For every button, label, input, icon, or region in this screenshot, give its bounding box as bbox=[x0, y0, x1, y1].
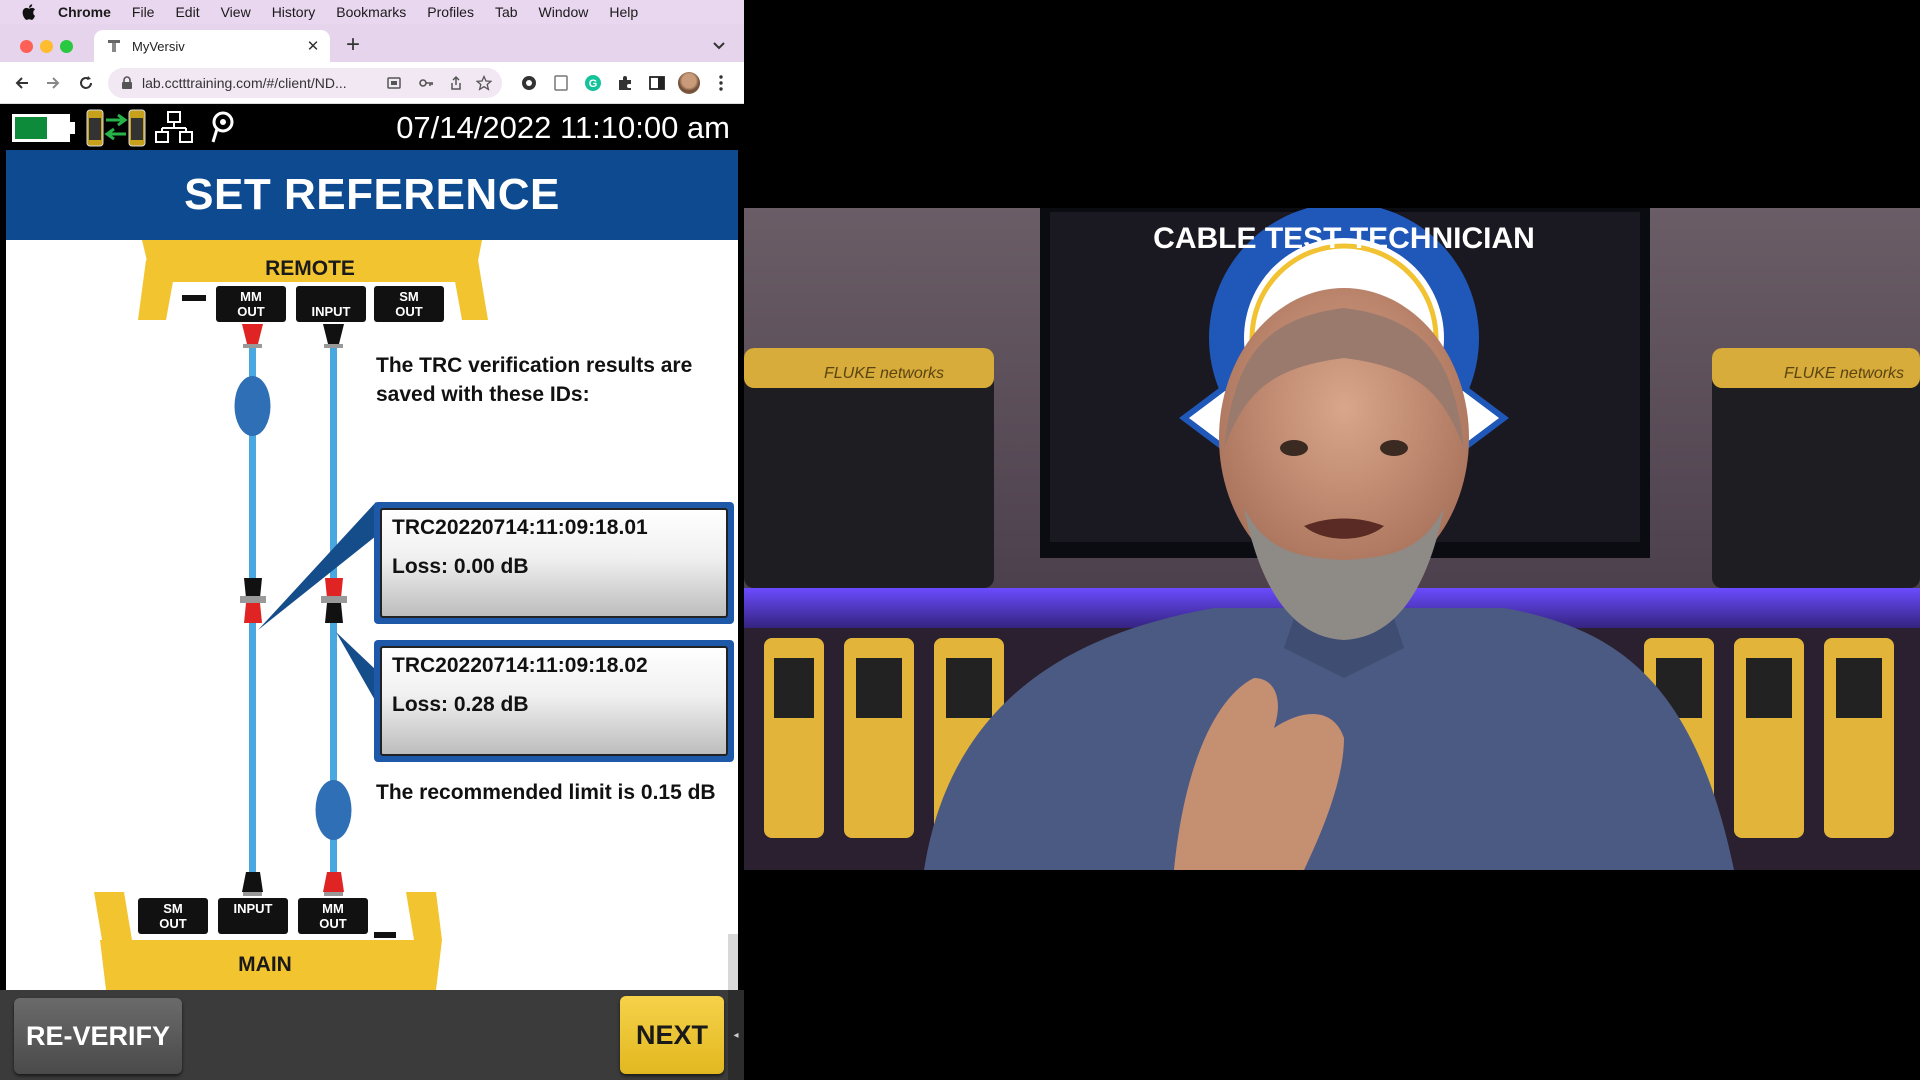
main-port-sm-out: SM OUT bbox=[138, 898, 208, 934]
window-close-button[interactable] bbox=[20, 40, 33, 53]
browser-tab-active[interactable]: MyVersiv ✕ bbox=[94, 30, 330, 62]
svg-text:OUT: OUT bbox=[319, 916, 347, 931]
connector-bottom-right-red bbox=[323, 872, 344, 896]
connector-middle-left bbox=[240, 578, 266, 623]
screen-root: Chrome File Edit View History Bookmarks … bbox=[0, 0, 1920, 1080]
address-url: lab.cctttraining.com/#/client/ND... bbox=[142, 75, 347, 91]
svg-text:OUT: OUT bbox=[237, 304, 265, 319]
main-port-input: INPUT bbox=[218, 898, 288, 934]
svg-text:MM: MM bbox=[322, 901, 344, 916]
connector-middle-right bbox=[321, 578, 347, 623]
tab-search-chevron-icon[interactable] bbox=[712, 38, 726, 56]
browser-toolbar: lab.cctttraining.com/#/client/ND... G bbox=[0, 62, 744, 104]
more-menu-kebab-icon[interactable] bbox=[712, 74, 730, 92]
trc-loss-1: Loss: 0.00 dB bbox=[392, 555, 529, 578]
battery-icon bbox=[12, 114, 75, 142]
profile-avatar[interactable] bbox=[678, 72, 700, 94]
recommended-limit-message: The recommended limit is 0.15 dB bbox=[376, 781, 716, 804]
trc-result-box-2: TRC20220714:11:09:18.02 Loss: 0.28 dB bbox=[374, 640, 734, 762]
bookmark-star-icon[interactable] bbox=[476, 75, 492, 91]
key-icon[interactable] bbox=[418, 75, 434, 91]
menu-history[interactable]: History bbox=[272, 4, 316, 20]
connector-top-left-red bbox=[242, 324, 263, 348]
trc-id-2: TRC20220714:11:09:18.02 bbox=[392, 654, 648, 677]
main-port-mm-out: MM OUT bbox=[298, 898, 368, 934]
network-tree-icon bbox=[155, 111, 193, 143]
share-icon[interactable] bbox=[448, 75, 464, 91]
svg-text:INPUT: INPUT bbox=[234, 901, 273, 916]
menu-view[interactable]: View bbox=[221, 4, 251, 20]
device-screen: SET REFERENCE REMOTE MM OUT INPUT SM OUT… bbox=[6, 150, 738, 990]
browser-tab-strip: MyVersiv ✕ + bbox=[0, 24, 744, 62]
trc-result-box-1: TRC20220714:11:09:18.01 Loss: 0.00 dB bbox=[374, 502, 734, 624]
device-button-bar: RE-VERIFY NEXT ◂ bbox=[0, 990, 744, 1080]
menu-window[interactable]: Window bbox=[539, 4, 589, 20]
verification-message: The TRC verification results are saved w… bbox=[376, 354, 693, 406]
extension-page-icon[interactable] bbox=[552, 74, 570, 92]
svg-text:INPUT: INPUT bbox=[312, 304, 351, 319]
macos-menu-bar: Chrome File Edit View History Bookmarks … bbox=[0, 0, 744, 24]
svg-text:SM: SM bbox=[163, 901, 183, 916]
address-bar[interactable]: lab.cctttraining.com/#/client/ND... bbox=[108, 68, 502, 98]
remote-port-sm-out: SM OUT bbox=[374, 286, 444, 322]
versiv-favicon-icon bbox=[108, 40, 120, 52]
device-status-bar: 07/14/2022 11:10:00 am bbox=[0, 104, 744, 150]
badge-text: CABLE TEST TECHNICIAN bbox=[1153, 222, 1535, 255]
remote-link-icon bbox=[86, 109, 146, 147]
fluke-case-left: FLUKE networks bbox=[744, 348, 994, 588]
screen-cast-icon[interactable] bbox=[386, 75, 402, 91]
svg-text:OUT: OUT bbox=[395, 304, 423, 319]
case-brand-left: FLUKE networks bbox=[824, 365, 944, 382]
device-datetime: 07/14/2022 11:10:00 am bbox=[396, 110, 730, 145]
svg-text:G: G bbox=[589, 78, 598, 90]
page-title: SET REFERENCE bbox=[6, 150, 738, 240]
side-panel-icon[interactable] bbox=[648, 74, 666, 92]
menu-bookmarks[interactable]: Bookmarks bbox=[336, 4, 406, 20]
callout-pointer-1 bbox=[258, 502, 376, 630]
lock-icon bbox=[122, 76, 132, 89]
connector-top-right-black bbox=[323, 324, 344, 348]
extension-shield-icon[interactable] bbox=[520, 74, 538, 92]
reload-icon[interactable] bbox=[76, 73, 96, 93]
trc-loss-2: Loss: 0.28 dB bbox=[392, 693, 529, 716]
svg-text:SM: SM bbox=[399, 289, 419, 304]
back-arrow-icon[interactable] bbox=[12, 73, 32, 93]
fluke-case-right: FLUKE networks bbox=[1712, 348, 1920, 588]
extension-grammarly-icon[interactable]: G bbox=[584, 74, 602, 92]
menu-edit[interactable]: Edit bbox=[175, 4, 199, 20]
mandrel-right bbox=[315, 780, 352, 840]
trc-id-1: TRC20220714:11:09:18.01 bbox=[392, 516, 648, 539]
forward-arrow-icon[interactable] bbox=[43, 73, 63, 93]
mandrel-left bbox=[234, 376, 271, 436]
window-zoom-button[interactable] bbox=[60, 40, 73, 53]
next-button[interactable]: NEXT bbox=[620, 996, 724, 1074]
panel-collapse-handle[interactable]: ◂ bbox=[728, 990, 744, 1080]
re-verify-button[interactable]: RE-VERIFY bbox=[14, 998, 182, 1074]
screen-scrollbar[interactable] bbox=[728, 934, 738, 990]
callout-pointer-2 bbox=[336, 632, 376, 702]
location-pin-icon bbox=[211, 111, 234, 143]
window-minimize-button[interactable] bbox=[40, 40, 53, 53]
tab-title: MyVersiv bbox=[132, 38, 185, 54]
presenter-video-feed: FLUKE networks FLUKE networks CABLE TEST… bbox=[744, 208, 1920, 870]
main-label: MAIN bbox=[238, 953, 292, 976]
case-brand-right: FLUKE networks bbox=[1784, 365, 1904, 382]
svg-text:MM: MM bbox=[240, 289, 262, 304]
remote-label: REMOTE bbox=[265, 257, 355, 280]
remote-port-input: INPUT bbox=[296, 286, 366, 322]
menu-app-chrome[interactable]: Chrome bbox=[58, 4, 111, 20]
extensions-puzzle-icon[interactable] bbox=[616, 74, 634, 92]
menu-help[interactable]: Help bbox=[609, 4, 638, 20]
menu-profiles[interactable]: Profiles bbox=[427, 4, 474, 20]
svg-text:OUT: OUT bbox=[159, 916, 187, 931]
apple-icon[interactable] bbox=[18, 1, 40, 23]
remote-port-mm-out: MM OUT bbox=[216, 286, 286, 322]
menu-tab[interactable]: Tab bbox=[495, 4, 518, 20]
menu-file[interactable]: File bbox=[132, 4, 155, 20]
new-tab-plus-icon[interactable]: + bbox=[346, 33, 360, 57]
connector-bottom-left-black bbox=[242, 872, 263, 896]
tab-close-icon[interactable]: ✕ bbox=[304, 37, 322, 55]
